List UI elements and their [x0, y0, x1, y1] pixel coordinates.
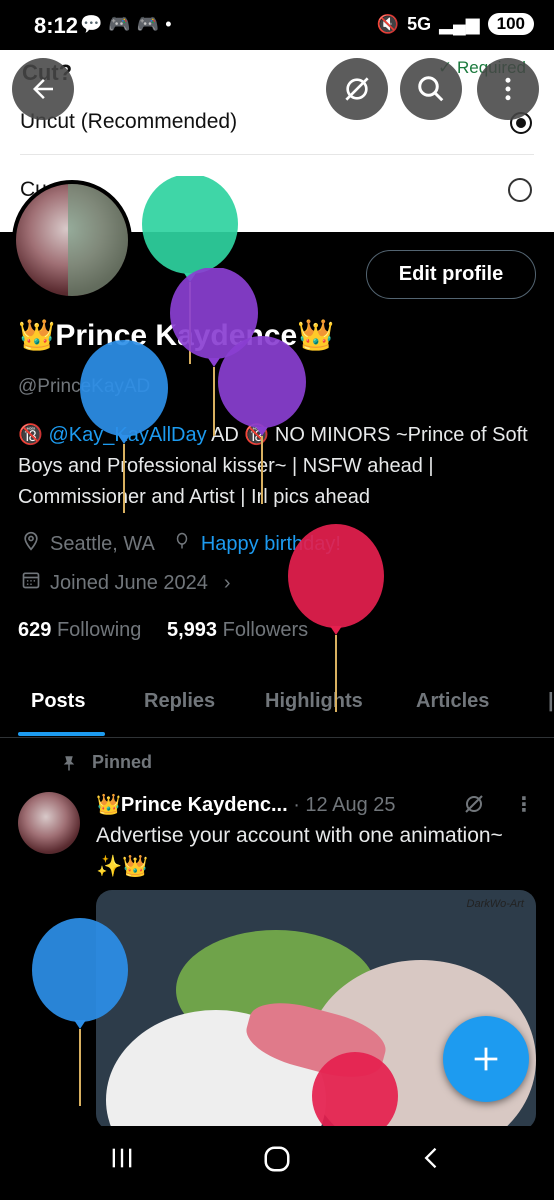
post-avatar[interactable]: [18, 792, 80, 854]
profile-avatar[interactable]: [12, 180, 132, 300]
active-tab-indicator: [18, 732, 105, 736]
calendar-icon: [18, 570, 44, 596]
search-icon: [418, 76, 444, 102]
location-text: Seattle, WA: [50, 532, 155, 555]
plus-icon: [474, 1047, 498, 1071]
joined-text: Joined June 2024: [50, 571, 208, 594]
status-time: 8:12: [34, 13, 79, 38]
post-no-sync-icon[interactable]: [462, 792, 486, 821]
mute-icon: 🔇: [376, 13, 400, 34]
no-sync-button[interactable]: [326, 58, 388, 120]
more-button[interactable]: [477, 58, 539, 120]
tab-posts[interactable]: Posts: [31, 690, 85, 713]
no-sync-icon: [345, 77, 369, 101]
post-author[interactable]: 👑Prince Kaydenc...: [96, 794, 288, 816]
option-cut-radio[interactable]: [508, 178, 532, 202]
balloon-red: [288, 524, 384, 712]
chevron-right-icon: ›: [223, 571, 231, 594]
back-button[interactable]: [12, 58, 74, 120]
compose-button[interactable]: [443, 1016, 529, 1102]
recent-apps-button[interactable]: [108, 1144, 136, 1179]
follow-counts: 629 Following 5,993 Followers: [18, 619, 308, 642]
home-button[interactable]: [262, 1144, 292, 1181]
profile-tabs: Posts Replies Highlights Articles |: [0, 670, 554, 738]
post-text: Advertise your account with one animatio…: [96, 824, 503, 878]
pinned-label: Pinned: [60, 752, 152, 773]
post-more-icon[interactable]: ⋮: [514, 792, 534, 817]
post-date[interactable]: · 12 Aug 25: [293, 794, 395, 816]
back-arrow-icon: [33, 79, 53, 99]
notification-icons: 💬🎮🎮•: [80, 14, 178, 34]
tab-replies[interactable]: Replies: [144, 690, 215, 713]
following-link[interactable]: 629 Following: [18, 619, 141, 641]
balloon-red-2: [312, 1052, 398, 1126]
joined-row[interactable]: Joined June 2024 ›: [18, 570, 231, 596]
balloon-blue-1: [80, 340, 168, 513]
media-watermark: DarkWo-Art: [466, 898, 524, 910]
status-bar: 8:12 💬🎮🎮• 🔇 5G ▂▄▆ 100: [0, 0, 554, 50]
option-divider: [20, 154, 534, 155]
post-header: 👑Prince Kaydenc... · 12 Aug 25: [96, 792, 396, 817]
system-nav-bar: [0, 1126, 554, 1200]
location-icon: [18, 530, 44, 558]
battery-badge: 100: [487, 13, 534, 35]
status-right: 🔇 5G ▂▄▆ 100: [377, 13, 534, 35]
nav-back-button[interactable]: [418, 1144, 446, 1179]
tab-articles[interactable]: Articles: [416, 690, 489, 713]
network-label: 5G: [407, 13, 432, 34]
balloon-purple-2: [218, 336, 306, 504]
tab-more-partial[interactable]: |: [548, 690, 554, 713]
more-vertical-icon: [505, 77, 511, 101]
balloon-blue-2: [32, 918, 128, 1106]
balloon-icon: [169, 530, 195, 558]
edit-profile-button[interactable]: Edit profile: [366, 250, 536, 299]
pin-icon: [63, 755, 75, 770]
search-button[interactable]: [400, 58, 462, 120]
signal-icon: ▂▄▆: [439, 13, 480, 34]
